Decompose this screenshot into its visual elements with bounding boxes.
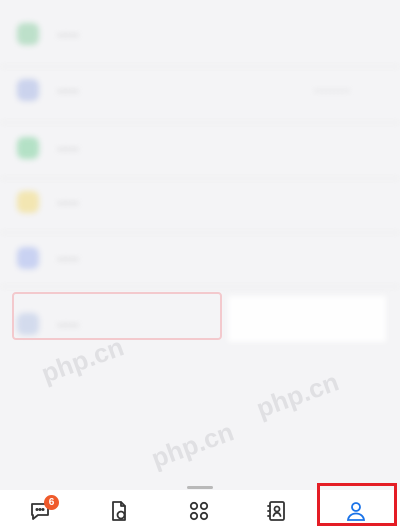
highlight-box [317, 483, 397, 526]
list-item[interactable]: ····· [0, 180, 390, 224]
divider [0, 232, 400, 233]
tab-workbench[interactable] [186, 498, 212, 524]
list-item[interactable]: ····· ········· [0, 68, 390, 112]
list-item-label: ····· [57, 140, 79, 156]
divider [0, 178, 400, 179]
list-item[interactable]: ····· [0, 236, 390, 280]
divider [0, 286, 400, 287]
unread-badge: 6 [44, 495, 59, 510]
settings-list: ····· ····· ········· ····· ····· ····· … [0, 0, 400, 472]
divider [0, 66, 400, 67]
contacts-book-icon [267, 501, 285, 521]
list-item-value: ········· [314, 83, 350, 97]
list-item[interactable]: ····· [0, 126, 390, 170]
list-item-icon [17, 23, 39, 45]
list-item-label: ····· [57, 82, 79, 98]
drag-handle[interactable] [187, 486, 213, 489]
watermark: php.cn [147, 416, 238, 472]
tab-documents[interactable] [106, 498, 132, 524]
list-item-label: ····· [57, 26, 79, 42]
list-item-icon [17, 247, 39, 269]
list-item-icon [17, 137, 39, 159]
list-item-icon [17, 79, 39, 101]
apps-grid-icon [189, 501, 209, 521]
list-item-label: ····· [57, 194, 79, 210]
tab-contacts[interactable] [264, 498, 290, 524]
list-item[interactable]: ····· [0, 12, 390, 56]
watermark: php.cn [252, 366, 343, 424]
list-item-icon [17, 191, 39, 213]
list-item-label: ····· [57, 250, 79, 266]
document-icon [112, 501, 126, 521]
divider [0, 122, 400, 123]
